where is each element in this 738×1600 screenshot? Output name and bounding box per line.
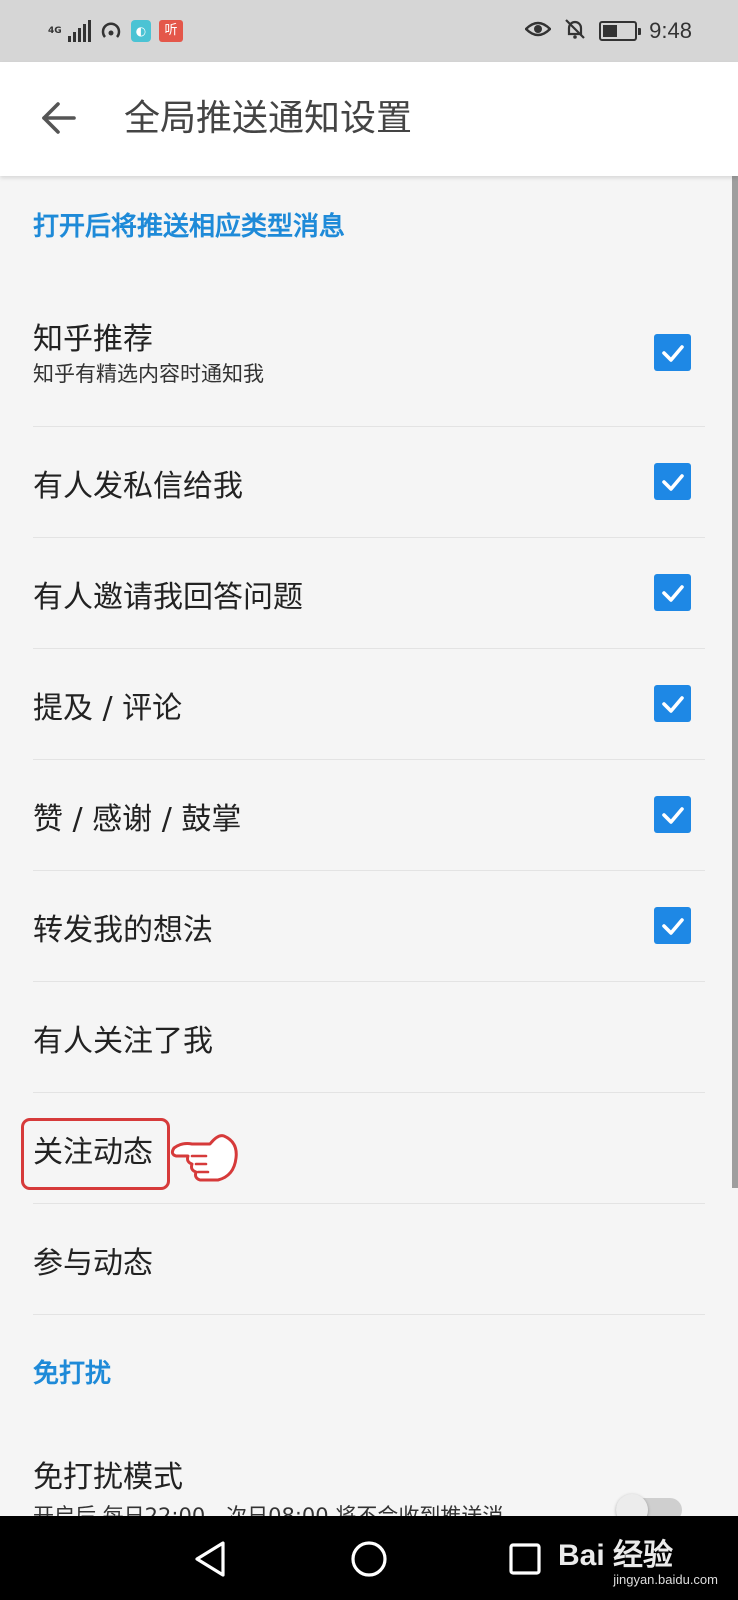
nav-recents-icon [509, 1543, 541, 1575]
back-button[interactable] [30, 90, 86, 146]
highlight-annotation-box [21, 1118, 170, 1190]
listen-app-icon: 听 [159, 20, 183, 42]
setting-row-like-thanks[interactable]: 赞 / 感谢 / 鼓掌 [0, 760, 738, 870]
nav-home-icon [351, 1541, 387, 1577]
signal-icon [68, 20, 91, 42]
setting-row-private-message[interactable]: 有人发私信给我 [0, 427, 738, 537]
section-header-dnd: 免打扰 [33, 1359, 112, 1389]
app-notification-icon: ◐ [131, 20, 151, 42]
check-icon [661, 473, 684, 491]
clock-time: 9:48 [649, 18, 692, 43]
mute-bell-icon [563, 17, 587, 45]
status-left: 4G ◐ 听 [48, 16, 183, 46]
setting-title: 免打扰模式 [33, 1460, 183, 1495]
check-icon [661, 344, 684, 362]
battery-level [603, 25, 618, 37]
nav-recents-button[interactable] [500, 1534, 550, 1584]
pointing-hand-icon [170, 1134, 238, 1182]
nav-back-button[interactable] [186, 1534, 236, 1584]
scrollbar[interactable] [732, 176, 738, 1188]
nav-home-button[interactable] [344, 1534, 394, 1584]
screen: 4G ◐ 听 9:48 全局推送通知设置 打开后将推送相应类型消息 知乎推荐 知… [0, 0, 738, 1600]
status-right: 9:48 [524, 16, 692, 46]
watermark-url: jingyan.baidu.com [613, 1572, 718, 1587]
setting-row-participate-activity[interactable]: 参与动态 [0, 1204, 738, 1314]
network-type-label: 4G [48, 25, 62, 36]
setting-title: 提及 / 评论 [33, 691, 183, 726]
setting-title: 转发我的想法 [33, 913, 213, 948]
setting-title: 有人关注了我 [33, 1024, 213, 1059]
setting-subtitle: 开启后 每日22:00 - 次日08:00 将不会收到推送消 [33, 1504, 504, 1516]
status-bar: 4G ◐ 听 9:48 [0, 0, 738, 62]
setting-row-mention-comment[interactable]: 提及 / 评论 [0, 649, 738, 759]
checkbox-mention-comment[interactable] [654, 685, 691, 722]
eye-comfort-icon [524, 19, 552, 43]
app-bar: 全局推送通知设置 [0, 62, 738, 176]
setting-title: 有人邀请我回答问题 [33, 580, 303, 615]
setting-row-invite-answer[interactable]: 有人邀请我回答问题 [0, 538, 738, 648]
setting-subtitle: 知乎有精选内容时通知我 [33, 362, 264, 386]
battery-icon [599, 21, 642, 41]
baidu-jingyan-watermark: Bai 经验 jingyan.baidu.com [554, 1528, 724, 1590]
check-icon [661, 584, 684, 602]
checkbox-like-thanks[interactable] [654, 796, 691, 833]
check-icon [661, 695, 684, 713]
checkbox-private-message[interactable] [654, 463, 691, 500]
checkbox-invite-answer[interactable] [654, 574, 691, 611]
setting-title: 参与动态 [33, 1246, 153, 1281]
section-header-push: 打开后将推送相应类型消息 [33, 212, 346, 242]
setting-title: 赞 / 感谢 / 鼓掌 [33, 802, 242, 837]
hotspot-icon [99, 19, 123, 43]
watermark-brand: Bai 经验 [558, 1539, 674, 1572]
checkbox-repost-idea[interactable] [654, 907, 691, 944]
page-title: 全局推送通知设置 [124, 98, 413, 139]
setting-row-zhihu-recommend[interactable]: 知乎推荐 知乎有精选内容时通知我 [0, 296, 738, 426]
setting-row-repost-idea[interactable]: 转发我的想法 [0, 871, 738, 981]
divider [33, 1314, 705, 1315]
setting-row-new-follower[interactable]: 有人关注了我 [0, 982, 738, 1092]
setting-title: 有人发私信给我 [33, 469, 243, 504]
nav-back-icon [195, 1541, 225, 1577]
checkbox-zhihu-recommend[interactable] [654, 334, 691, 371]
back-arrow-icon [42, 102, 76, 134]
check-icon [661, 806, 684, 824]
setting-title: 知乎推荐 [33, 322, 153, 357]
check-icon [661, 917, 684, 935]
